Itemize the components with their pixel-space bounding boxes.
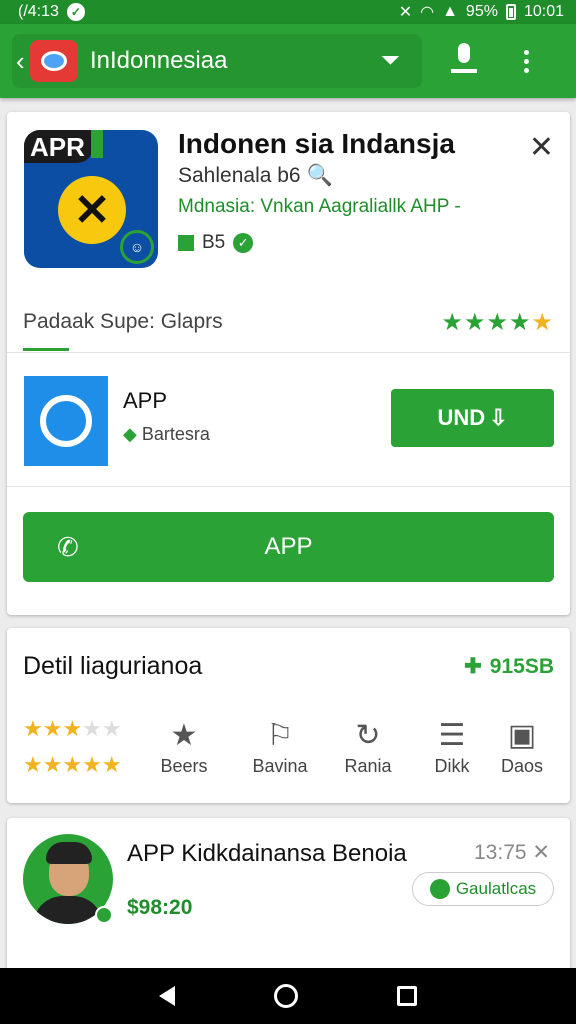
app-detail-card: APR ✕ ☺ Indonen sia Indansja ✕ Sahlenala… <box>7 112 570 615</box>
star-icon: ★ <box>170 719 198 752</box>
details-title: Detil liagurianoa <box>23 652 203 680</box>
post-time: 13:75 ✕ <box>474 841 550 864</box>
kebab-menu-icon[interactable] <box>506 49 546 73</box>
app-subtitle: Sahlenala b6 🔍 <box>178 164 333 187</box>
phone-icon: ✆ <box>57 532 79 562</box>
tab-indicator <box>23 348 69 351</box>
verified-icon: ✓ <box>233 233 254 253</box>
rating-stars: ★★★★★ <box>441 309 554 336</box>
close-icon[interactable]: ✕ <box>529 130 554 165</box>
download-icon: ⇩ <box>489 405 508 430</box>
tab-overview[interactable]: Padaak Supe: Glaprs <box>23 310 223 334</box>
sub-app-icon[interactable] <box>24 376 108 466</box>
post-action-chip[interactable]: Gaulatlcas <box>412 872 554 906</box>
puzzle-icon: ✚ <box>464 655 482 678</box>
app-bar-title: InIdonnesiaa <box>90 47 228 74</box>
divider <box>7 486 570 487</box>
mute-icon: ✕ <box>398 4 413 21</box>
wifi-icon: ◠ <box>420 4 435 21</box>
clipboard-icon: ▣ <box>507 719 537 752</box>
app-logo-icon <box>30 40 78 82</box>
funnel-icon[interactable]: ⏷ <box>381 47 400 75</box>
signal-icon: ▲ <box>442 3 458 20</box>
system-nav-bar <box>0 968 576 1024</box>
post-title: APP Kidkdainansa Benoia <box>127 840 407 867</box>
app-icon[interactable]: APR ✕ ☺ <box>24 130 158 268</box>
nav-recents-icon[interactable] <box>396 986 417 1006</box>
download-icon <box>429 879 450 899</box>
search-bar[interactable]: ‹ InIdonnesiaa ⏷ <box>12 34 422 88</box>
messenger-icon: ✓ <box>66 3 85 21</box>
status-clock: 10:01 <box>523 3 564 20</box>
app-rating: B5 ✓ <box>178 232 254 254</box>
install-button[interactable]: UND ⇩ <box>391 389 554 447</box>
post-card: APP Kidkdainansa Benoia 13:75 ✕ $98:20 G… <box>7 818 570 978</box>
nav-back-icon[interactable] <box>159 986 176 1006</box>
close-mark-icon: ✕ <box>58 176 126 244</box>
back-arrow-icon[interactable]: ‹ <box>16 46 30 77</box>
mini-logo-icon: ☺ <box>120 230 154 264</box>
mic-icon[interactable] <box>444 42 484 80</box>
main-app-button[interactable]: ✆ APP <box>23 512 554 582</box>
battery-icon <box>505 4 516 20</box>
stat-item[interactable]: ▣ Daos <box>480 718 564 777</box>
sub-app-meta: ◆ Bartesra <box>123 424 210 444</box>
sub-app-title: APP <box>123 388 168 413</box>
app-bar: ‹ InIdonnesiaa ⏷ <box>0 24 576 98</box>
battery-percent: 95% <box>465 3 498 20</box>
app-developer[interactable]: Mdnasia: Vnkan Aagraliallk AHP - <box>178 196 461 218</box>
stat-item[interactable]: ★ Beers <box>129 718 239 777</box>
rating-stars-row-2: ★★★★★ <box>23 752 122 777</box>
divider <box>7 352 570 353</box>
details-size: ✚ 915SB <box>464 654 554 679</box>
post-price: $98:20 <box>127 896 193 919</box>
nav-home-icon[interactable] <box>273 984 298 1008</box>
online-badge-icon <box>95 906 113 924</box>
status-time-left: (/4:13 <box>18 3 59 20</box>
gift-icon <box>178 235 194 251</box>
status-bar: (/4:13 ✓ ✕ ◠ ▲ 95% 10:01 <box>0 0 576 24</box>
location-icon: ◆ <box>123 424 137 444</box>
details-card: Detil liagurianoa ✚ 915SB ★★★★★ ★★★★★ ★ … <box>7 628 570 803</box>
app-title: Indonen sia Indansja <box>178 128 455 159</box>
app-badge: APR <box>24 130 103 163</box>
rating-stars-row-1: ★★★★★ <box>23 716 122 741</box>
rating-text: B5 <box>202 232 226 253</box>
